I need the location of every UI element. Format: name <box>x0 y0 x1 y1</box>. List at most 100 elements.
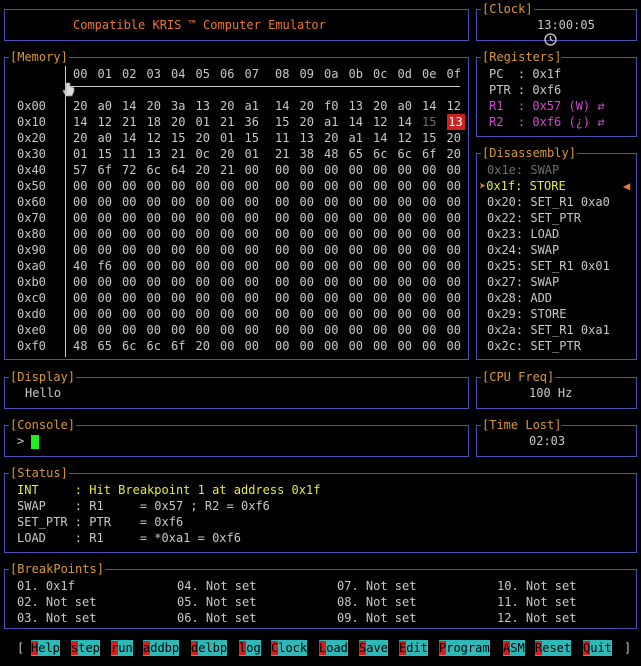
memory-cell[interactable]: 20 <box>171 114 191 130</box>
memory-cell[interactable]: 00 <box>275 162 295 178</box>
memory-cell[interactable]: 00 <box>98 194 118 210</box>
memory-cell[interactable]: 00 <box>171 306 191 322</box>
memory-cell[interactable]: 00 <box>245 338 265 354</box>
memory-cell[interactable]: 00 <box>324 322 344 338</box>
memory-cell[interactable]: 00 <box>73 306 93 322</box>
memory-cell[interactable]: 00 <box>275 338 295 354</box>
memory-cell[interactable]: 00 <box>300 162 320 178</box>
memory-cell[interactable]: 00 <box>245 258 265 274</box>
memory-cell[interactable]: 57 <box>73 162 93 178</box>
console-input[interactable]: > <box>17 433 40 449</box>
memory-cell[interactable]: 00 <box>122 322 142 338</box>
memory-cell[interactable]: 00 <box>275 322 295 338</box>
disassembly-current-line[interactable]: ➤0x1f: STORE <box>479 178 566 194</box>
memory-cell[interactable]: 65 <box>349 146 369 162</box>
memory-cell[interactable]: 00 <box>349 274 369 290</box>
console-panel[interactable]: [Console] > <box>4 418 469 457</box>
memory-cell[interactable]: 00 <box>373 162 393 178</box>
memory-cell[interactable]: a0 <box>398 98 418 114</box>
memory-cell[interactable]: 00 <box>373 178 393 194</box>
memory-cell[interactable]: 00 <box>324 242 344 258</box>
breakpoint-slot[interactable]: 06. Not set <box>177 610 256 626</box>
memory-cell[interactable]: 21 <box>275 146 295 162</box>
memory-cell[interactable]: f6 <box>98 258 118 274</box>
memory-cell[interactable]: 00 <box>324 258 344 274</box>
breakpoint-slot[interactable]: 10. Not set <box>497 578 576 594</box>
memory-cell[interactable]: 00 <box>324 178 344 194</box>
menu-item-step[interactable]: step <box>71 640 100 656</box>
memory-cell[interactable]: 00 <box>147 226 167 242</box>
disassembly-line[interactable]: 0x20: SET_R1 0xa0 <box>487 194 610 210</box>
memory-cell[interactable]: 15 <box>275 114 295 130</box>
memory-cell[interactable]: 13 <box>147 146 167 162</box>
memory-cell[interactable]: 00 <box>245 194 265 210</box>
memory-cell[interactable]: 00 <box>73 226 93 242</box>
memory-cell[interactable]: 00 <box>220 322 240 338</box>
memory-cell[interactable]: 00 <box>73 210 93 226</box>
memory-cell[interactable]: 21 <box>122 114 142 130</box>
memory-cell[interactable]: 00 <box>373 274 393 290</box>
memory-cell[interactable]: 00 <box>422 274 442 290</box>
memory-cell[interactable]: 15 <box>422 130 442 146</box>
memory-cell[interactable]: 6c <box>147 162 167 178</box>
memory-cell[interactable]: 13 <box>300 130 320 146</box>
memory-cell[interactable]: 00 <box>422 226 442 242</box>
memory-cell[interactable]: 00 <box>447 290 467 306</box>
memory-cell[interactable]: 00 <box>98 178 118 194</box>
memory-cell[interactable]: 00 <box>398 274 418 290</box>
memory-cell[interactable]: 00 <box>373 290 393 306</box>
memory-cell[interactable]: 00 <box>275 242 295 258</box>
disassembly-line[interactable]: 0x27: SWAP <box>487 274 559 290</box>
memory-cell[interactable]: 00 <box>171 226 191 242</box>
memory-cell[interactable]: 00 <box>398 242 418 258</box>
menu-item-reset[interactable]: Reset <box>535 640 572 656</box>
memory-cell[interactable]: 12 <box>447 98 467 114</box>
memory-cell[interactable]: 00 <box>300 274 320 290</box>
memory-cell[interactable]: 00 <box>122 290 142 306</box>
memory-cell[interactable]: a0 <box>98 98 118 114</box>
memory-cell[interactable]: 00 <box>220 258 240 274</box>
memory-cell[interactable]: 00 <box>122 210 142 226</box>
memory-cell[interactable]: 00 <box>245 242 265 258</box>
memory-cell[interactable]: 14 <box>373 130 393 146</box>
memory-cell[interactable]: 20 <box>220 98 240 114</box>
menu-item-quit[interactable]: Quit <box>583 640 612 656</box>
memory-cell[interactable]: 00 <box>98 274 118 290</box>
memory-cell[interactable]: 15 <box>422 114 442 130</box>
breakpoint-slot[interactable]: 12. Not set <box>497 610 576 626</box>
memory-cell[interactable]: 00 <box>245 306 265 322</box>
memory-cell[interactable]: 20 <box>73 130 93 146</box>
memory-cell[interactable]: 14 <box>122 98 142 114</box>
memory-cell[interactable]: a1 <box>324 114 344 130</box>
memory-cell[interactable]: 01 <box>245 146 265 162</box>
memory-cell[interactable]: 00 <box>122 258 142 274</box>
memory-cell[interactable]: 00 <box>324 162 344 178</box>
memory-cell[interactable]: 00 <box>245 226 265 242</box>
memory-cell[interactable]: 6f <box>171 338 191 354</box>
memory-cell[interactable]: 00 <box>98 290 118 306</box>
menu-item-addbp[interactable]: addbp <box>143 640 180 656</box>
memory-cell[interactable]: 00 <box>422 338 442 354</box>
memory-cell[interactable]: 00 <box>122 306 142 322</box>
memory-cell[interactable]: 00 <box>373 194 393 210</box>
memory-cell[interactable]: 00 <box>220 242 240 258</box>
memory-cell[interactable]: 00 <box>245 178 265 194</box>
memory-cell[interactable]: a1 <box>245 98 265 114</box>
memory-cell[interactable]: 00 <box>275 258 295 274</box>
memory-cell[interactable]: 65 <box>98 338 118 354</box>
memory-cell[interactable]: 00 <box>373 306 393 322</box>
menu-item-help[interactable]: Help <box>31 640 60 656</box>
memory-cell[interactable]: 14 <box>349 114 369 130</box>
menu-item-asm[interactable]: ASM <box>503 640 525 656</box>
memory-cell[interactable]: 00 <box>349 322 369 338</box>
memory-cell[interactable]: 00 <box>122 178 142 194</box>
memory-cell[interactable]: 15 <box>245 130 265 146</box>
register-ptr[interactable]: PTR : 0xf6 <box>489 82 561 98</box>
memory-cell[interactable]: 00 <box>447 194 467 210</box>
memory-cell[interactable]: 00 <box>300 338 320 354</box>
memory-cell[interactable]: 00 <box>73 274 93 290</box>
memory-cell[interactable]: 12 <box>147 130 167 146</box>
memory-cell[interactable]: 13 <box>446 114 465 130</box>
memory-cell[interactable]: 64 <box>171 162 191 178</box>
memory-cell[interactable]: 00 <box>324 194 344 210</box>
